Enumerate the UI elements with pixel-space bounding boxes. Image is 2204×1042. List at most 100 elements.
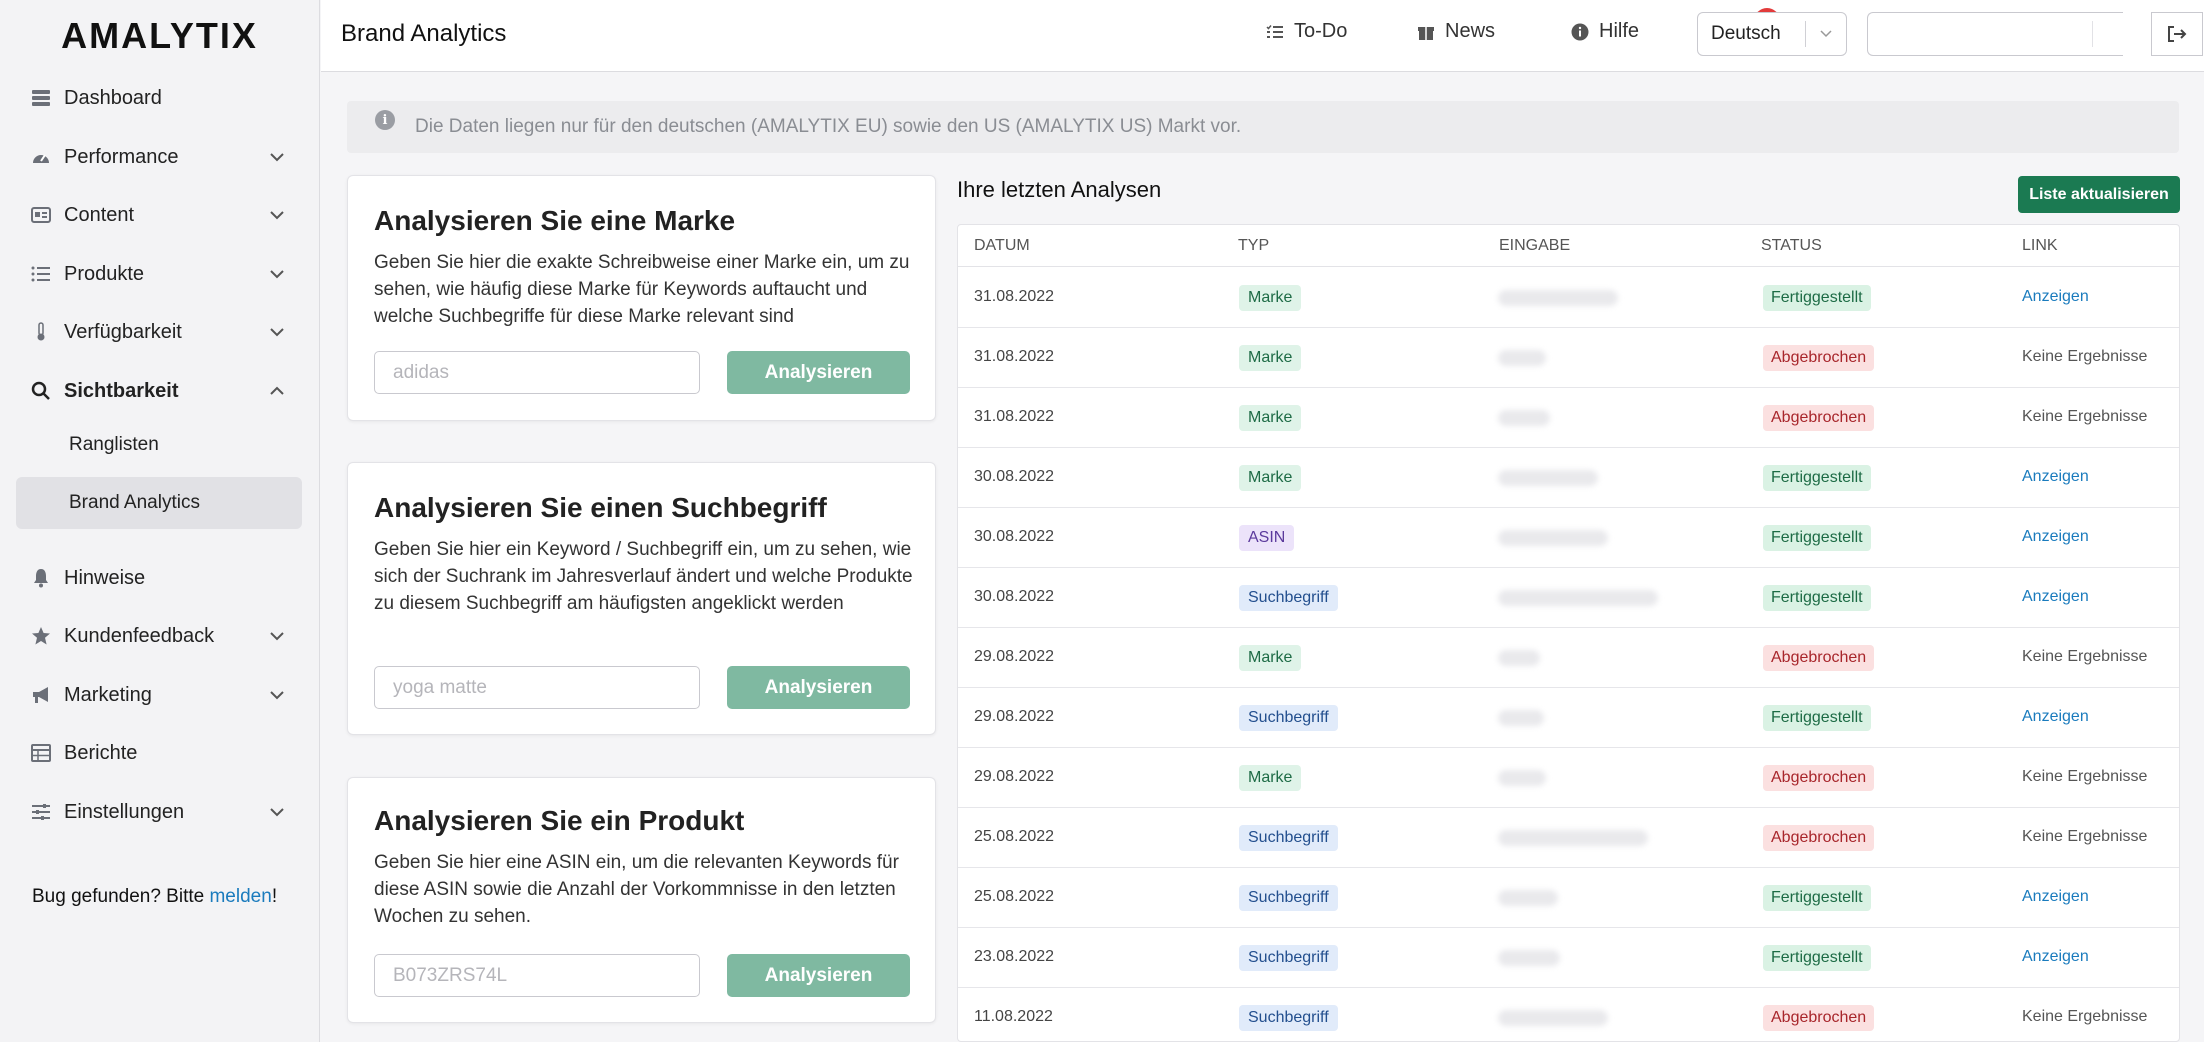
brand-analysis-card: Analysieren Sie eine Marke Geben Sie hie…	[347, 175, 936, 421]
row-date: 23.08.2022	[974, 948, 1055, 965]
column-header-status[interactable]: STATUS	[1761, 237, 1822, 255]
view-result-link[interactable]: Anzeigen	[2022, 468, 2089, 486]
type-badge: Suchbegriff	[1239, 945, 1338, 971]
row-date: 31.08.2022	[974, 408, 1055, 425]
no-results-text: Keine Ergebnisse	[2022, 408, 2148, 425]
sidebar: AMALYTIX Dashboard Performance Content P…	[0, 0, 320, 1042]
status-badge: Abgebrochen	[1763, 1005, 1875, 1031]
sidebar-item-sichtbarkeit[interactable]: Sichtbarkeit	[0, 362, 320, 420]
sidebar-item-label: Marketing	[64, 683, 152, 706]
refresh-list-button[interactable]: Liste aktualisieren	[2018, 176, 2180, 213]
card-title: Analysieren Sie einen Suchbegriff	[374, 492, 827, 523]
view-result-link[interactable]: Anzeigen	[2022, 708, 2089, 726]
column-header-type[interactable]: TYP	[1238, 237, 1269, 255]
type-badge: Suchbegriff	[1239, 825, 1338, 851]
no-results-text: Keine Ergebnisse	[2022, 648, 2148, 665]
redacted-input-value	[1498, 350, 1546, 366]
gift-icon	[1418, 26, 1434, 40]
sidebar-item-berichte[interactable]: Berichte	[0, 724, 320, 782]
sidebar-subitem-label: Brand Analytics	[69, 492, 200, 513]
redacted-input-value	[1498, 590, 1658, 606]
asin-input[interactable]: B073ZRS74L	[374, 954, 700, 997]
sliders-icon	[30, 801, 52, 823]
bug-report-link[interactable]: melden	[209, 886, 271, 907]
global-search-input[interactable]	[1867, 12, 2123, 56]
logout-button[interactable]	[2151, 12, 2203, 56]
sidebar-subitem-label: Ranglisten	[69, 434, 159, 455]
app-logo[interactable]: AMALYTIX	[0, 0, 319, 72]
sidebar-item-marketing[interactable]: Marketing	[0, 666, 320, 724]
sidebar-item-kundenfeedback[interactable]: Kundenfeedback	[0, 607, 320, 665]
chevron-down-icon	[266, 263, 288, 285]
row-date: 31.08.2022	[974, 288, 1055, 305]
brand-input[interactable]: adidas	[374, 351, 700, 394]
redacted-input-value	[1498, 890, 1558, 906]
language-select[interactable]: Deutsch	[1697, 12, 1847, 56]
table-row: 11.08.2022 Suchbegriff Abgebrochen Keine Er…	[958, 988, 2179, 1041]
bug-report-text: Bug gefunden? Bitte melden!	[32, 886, 278, 907]
status-badge: Abgebrochen	[1763, 645, 1875, 671]
view-result-link[interactable]: Anzeigen	[2022, 588, 2089, 606]
bell-icon	[30, 567, 52, 589]
sidebar-item-verfuegbarkeit[interactable]: Verfügbarkeit	[0, 303, 320, 361]
sidebar-item-label: Produkte	[64, 262, 145, 285]
status-badge: Fertiggestellt	[1763, 885, 1871, 911]
chevron-down-icon	[266, 321, 288, 343]
row-date: 11.08.2022	[974, 1008, 1053, 1025]
view-result-link[interactable]: Anzeigen	[2022, 288, 2089, 306]
table-row: 30.08.2022 ASIN Fertiggestellt Anzeigen	[958, 508, 2179, 568]
sidebar-item-label: Einstellungen	[64, 800, 185, 823]
row-date: 30.08.2022	[974, 528, 1055, 545]
dashboard-icon	[30, 87, 52, 109]
sidebar-item-label: Berichte	[64, 741, 138, 764]
status-badge: Fertiggestellt	[1763, 525, 1871, 551]
view-result-link[interactable]: Anzeigen	[2022, 888, 2089, 906]
chevron-up-icon	[266, 380, 288, 402]
sidebar-item-label: Kundenfeedback	[64, 624, 215, 647]
row-date: 29.08.2022	[974, 768, 1055, 785]
table-row: 29.08.2022 Suchbegriff Fertiggestellt Anzei…	[958, 688, 2179, 748]
status-badge: Fertiggestellt	[1763, 285, 1871, 311]
table-row: 25.08.2022 Suchbegriff Abgebrochen Keine Er…	[958, 808, 2179, 868]
sidebar-item-dashboard[interactable]: Dashboard	[0, 69, 320, 127]
analyze-brand-button[interactable]: Analysieren	[727, 351, 910, 394]
keyword-input[interactable]: yoga matte	[374, 666, 700, 709]
table-icon	[30, 742, 52, 764]
sidebar-item-label: Performance	[64, 145, 179, 168]
status-badge: Abgebrochen	[1763, 345, 1875, 371]
sidebar-item-content[interactable]: Content	[0, 186, 320, 244]
top-bar: Brand Analytics To-Do News 1 Hilfe Deuts…	[321, 0, 2204, 72]
no-results-text: Keine Ergebnisse	[2022, 348, 2148, 365]
column-header-link[interactable]: LINK	[2022, 237, 2058, 255]
column-header-date[interactable]: DATUM	[974, 237, 1030, 255]
row-date: 30.08.2022	[974, 468, 1055, 485]
sidebar-subitem-ranglisten[interactable]: Ranglisten	[16, 419, 302, 471]
table-row: 30.08.2022 Marke Fertiggestellt Anzeigen	[958, 448, 2179, 508]
chevron-down-icon	[266, 204, 288, 226]
sidebar-item-hinweise[interactable]: Hinweise	[0, 549, 320, 607]
no-results-text: Keine Ergebnisse	[2022, 1008, 2148, 1025]
analyses-title: Ihre letzten Analysen	[957, 177, 1162, 202]
news-link[interactable]: News	[1417, 20, 1495, 43]
chevron-down-icon	[266, 625, 288, 647]
column-header-input[interactable]: EINGABE	[1499, 237, 1570, 255]
todo-link[interactable]: To-Do	[1266, 20, 1347, 43]
analyze-keyword-button[interactable]: Analysieren	[727, 666, 910, 709]
status-badge: Fertiggestellt	[1763, 705, 1871, 731]
status-badge: Abgebrochen	[1763, 825, 1875, 851]
help-link[interactable]: Hilfe	[1571, 20, 1639, 43]
sidebar-subitem-brand-analytics[interactable]: Brand Analytics	[16, 477, 302, 529]
row-date: 31.08.2022	[974, 348, 1055, 365]
type-badge: Suchbegriff	[1239, 885, 1338, 911]
view-result-link[interactable]: Anzeigen	[2022, 948, 2089, 966]
sidebar-item-label: Content	[64, 203, 135, 226]
analyze-product-button[interactable]: Analysieren	[727, 954, 910, 997]
thermometer-icon	[30, 321, 52, 343]
view-result-link[interactable]: Anzeigen	[2022, 528, 2089, 546]
sidebar-item-produkte[interactable]: Produkte	[0, 245, 320, 303]
sidebar-item-einstellungen[interactable]: Einstellungen	[0, 783, 320, 841]
sidebar-item-performance[interactable]: Performance	[0, 128, 320, 186]
type-badge: Marke	[1239, 465, 1302, 491]
info-banner: i Die Daten liegen nur für den deutschen…	[347, 101, 2179, 153]
status-badge: Abgebrochen	[1763, 405, 1875, 431]
